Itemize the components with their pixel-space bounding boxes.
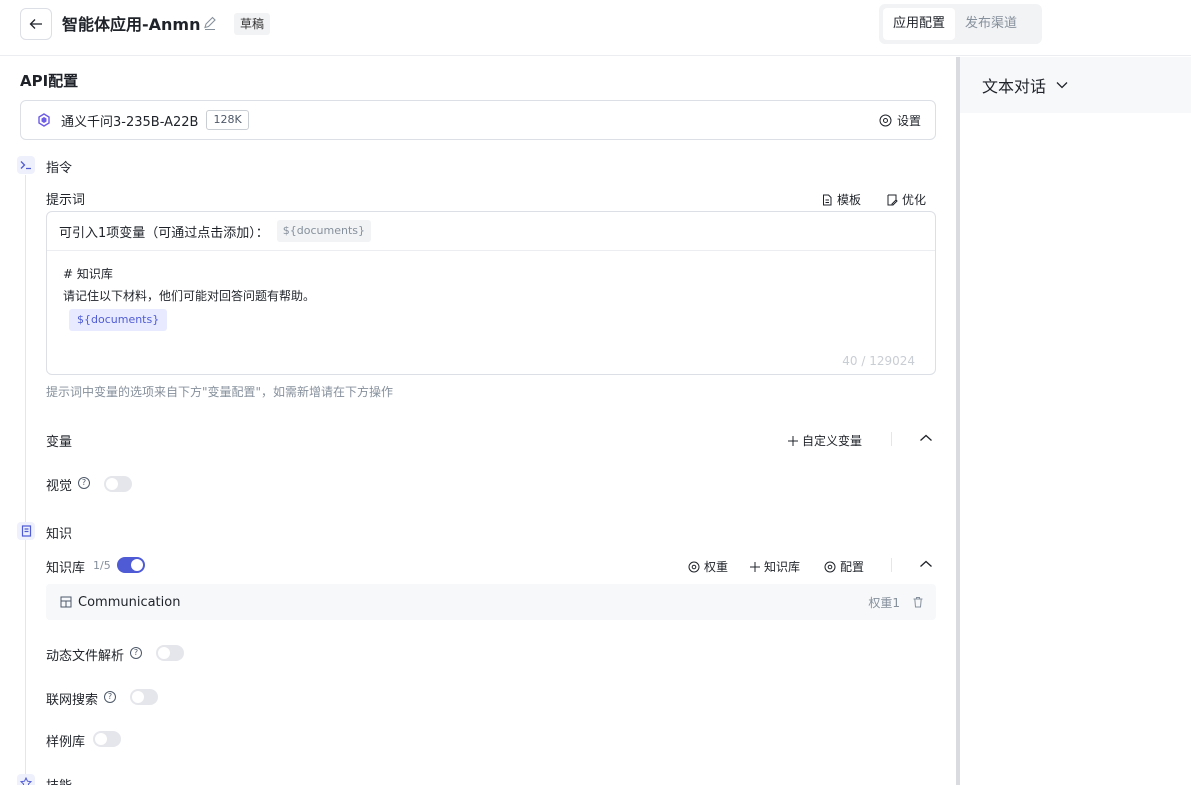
preview-panel: 文本对话 (956, 57, 1191, 785)
prompt-note: 提示词中变量的选项来自下方"变量配置"，如需新增请在下方操作 (46, 385, 394, 399)
vision-label: 视觉 (46, 479, 73, 494)
skills-section-title: 技能 (46, 775, 72, 785)
optimize-button[interactable]: 优化 (886, 191, 926, 208)
context-badge: 128K (206, 110, 249, 130)
help-icon[interactable]: ? (78, 477, 90, 489)
app-title: 智能体应用-Anmn (62, 15, 201, 34)
dynamic-parse-label: 动态文件解析 (46, 649, 125, 664)
status-badge: 草稿 (234, 13, 271, 35)
kb-config-label: 配置 (840, 560, 865, 574)
knowledge-base-label: 知识库 (46, 561, 86, 576)
divider (891, 558, 892, 572)
add-knowledge-base-label: 知识库 (764, 560, 801, 574)
add-custom-variable-button[interactable]: 自定义变量 (788, 432, 862, 449)
arrow-left-icon (29, 19, 42, 29)
prompt-line-body: 请记住以下材料，他们可能对回答问题有帮助。 (63, 289, 316, 303)
sample-library-label: 样例库 (46, 735, 86, 750)
knowledge-base-item[interactable]: Communication 权重1 (46, 584, 936, 620)
knowledge-base-weight: 权重1 (868, 595, 900, 610)
help-icon[interactable]: ? (130, 647, 142, 659)
variable-hint-bar: 可引入1项变量（可通过点击添加）： ${documents} (47, 212, 935, 251)
plus-icon (750, 561, 760, 572)
chevron-up-icon[interactable] (919, 433, 933, 443)
chat-mode-selector[interactable]: 文本对话 (960, 57, 1191, 113)
back-button[interactable] (20, 8, 52, 40)
chevron-up-icon[interactable] (919, 559, 933, 569)
custom-variable-label: 自定义变量 (802, 434, 863, 448)
knowledge-base-count: 1/5 (93, 559, 111, 572)
magic-edit-icon (887, 194, 898, 205)
view-switcher: 应用配置 发布渠道 (879, 4, 1042, 44)
weight-settings-icon (688, 561, 700, 572)
knowledge-section-title: 知识 (46, 527, 73, 542)
plus-icon (788, 435, 798, 446)
vision-toggle[interactable] (104, 476, 132, 492)
web-search-toggle[interactable] (130, 689, 158, 705)
timeline-line (25, 175, 26, 785)
edit-icon[interactable] (202, 15, 218, 31)
variable-chip[interactable]: ${documents} (69, 309, 168, 331)
qwen-logo-icon (38, 113, 50, 127)
template-label: 模板 (837, 193, 862, 207)
api-config-title: API配置 (20, 72, 79, 90)
knowledge-base-toggle[interactable] (117, 557, 145, 573)
prompt-line-heading: # 知识库 (63, 267, 113, 281)
model-name: 通义千问3-235B-A22B (61, 114, 199, 130)
divider (891, 432, 892, 446)
optimize-label: 优化 (902, 193, 927, 207)
insert-variable-tag[interactable]: ${documents} (276, 220, 372, 242)
prompt-editor[interactable]: 可引入1项变量（可通过点击添加）： ${documents} # 知识库 请记住… (46, 211, 936, 375)
model-selector[interactable]: 通义千问3-235B-A22B 128K 设置 (20, 100, 936, 140)
top-header: 智能体应用-Anmn 草稿 应用配置 发布渠道 (0, 0, 1191, 56)
document-icon (823, 194, 832, 205)
knowledge-base-name: Communication (78, 594, 181, 610)
tab-app-config[interactable]: 应用配置 (883, 8, 956, 40)
config-icon (824, 561, 836, 572)
variable-hint: 可引入1项变量（可通过点击添加）： (59, 225, 269, 241)
chevron-down-icon (1056, 82, 1068, 89)
sample-library-toggle[interactable] (93, 731, 121, 747)
settings-label: 设置 (896, 113, 921, 128)
web-search-label: 联网搜索 (46, 693, 99, 708)
book-icon (17, 522, 35, 540)
add-knowledge-base-button[interactable]: 知识库 (750, 558, 800, 575)
prompt-label: 提示词 (46, 193, 86, 208)
settings-icon (879, 114, 892, 126)
config-panel: API配置 通义千问3-235B-A22B 128K 设置 指令 提示词 模板 … (0, 57, 956, 785)
tab-publish-channel[interactable]: 发布渠道 (955, 8, 1027, 40)
template-button[interactable]: 模板 (821, 191, 861, 208)
chat-mode-label: 文本对话 (982, 77, 1047, 96)
weight-button[interactable]: 权重 (688, 558, 728, 575)
trash-icon[interactable] (912, 596, 924, 608)
variables-label: 变量 (46, 435, 73, 450)
weight-label: 权重 (704, 560, 729, 574)
kb-config-button[interactable]: 配置 (824, 558, 864, 575)
table-icon (60, 596, 72, 608)
dynamic-parse-toggle[interactable] (156, 645, 184, 661)
prompt-text[interactable]: # 知识库 请记住以下材料，他们可能对回答问题有帮助。 ${documents} (47, 251, 935, 343)
skills-icon (17, 774, 35, 785)
char-counter: 40 / 129024 (842, 354, 915, 368)
model-settings-button[interactable]: 设置 (879, 112, 921, 129)
instruction-section-title: 指令 (46, 161, 73, 176)
help-icon[interactable]: ? (104, 691, 116, 703)
terminal-icon (17, 156, 35, 174)
